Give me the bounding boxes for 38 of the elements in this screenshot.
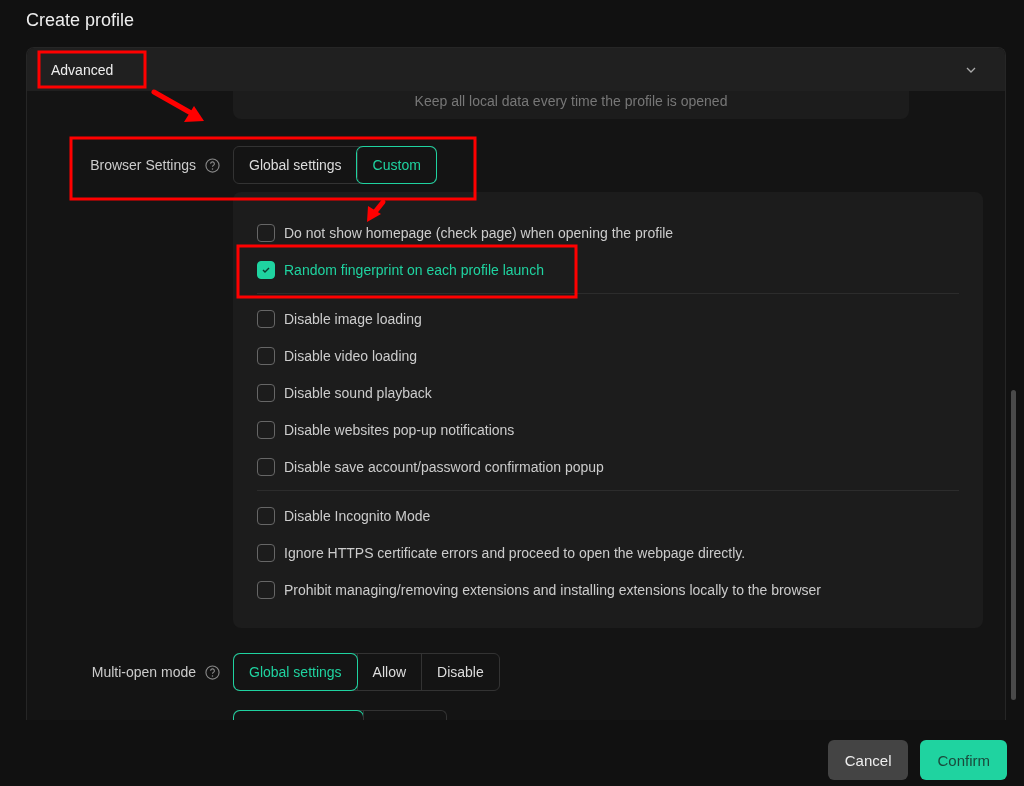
help-icon[interactable] xyxy=(205,664,220,680)
checkbox-label[interactable]: Disable video loading xyxy=(284,347,418,364)
segment-option[interactable]: Custom xyxy=(356,147,436,183)
checkbox[interactable] xyxy=(257,543,275,562)
segment-option[interactable]: Disable xyxy=(421,654,499,690)
checkbox-label[interactable]: Random fingerprint on each profile launch xyxy=(284,261,544,278)
checkbox-label[interactable]: Disable Incognito Mode xyxy=(284,507,431,524)
setting-label: Browser Settings xyxy=(90,157,196,173)
scrollbar[interactable] xyxy=(1011,390,1016,700)
segment-option[interactable]: Global settings xyxy=(234,147,357,183)
checkbox-label[interactable]: Ignore HTTPS certificate errors and proceed to open the webpage directly. xyxy=(284,544,746,561)
help-icon[interactable] xyxy=(205,157,220,173)
checkbox-label[interactable]: Do not show homepage (check page) when opening the profile xyxy=(284,224,674,241)
checkbox[interactable] xyxy=(257,260,275,279)
checkbox-label[interactable]: Disable sound playback xyxy=(284,384,432,401)
segment-option[interactable]: Global settings xyxy=(234,654,357,690)
section-header[interactable]: Advanced xyxy=(27,48,1005,91)
checkbox[interactable] xyxy=(257,420,275,439)
storage-note: Keep all local data every time the profile is opened xyxy=(414,93,728,109)
checkbox[interactable] xyxy=(257,383,275,402)
confirm-button[interactable]: Confirm xyxy=(920,740,1007,780)
checkbox[interactable] xyxy=(257,223,275,242)
checkbox[interactable] xyxy=(257,506,275,525)
checkbox-label[interactable]: Disable image loading xyxy=(284,310,422,327)
checkbox[interactable] xyxy=(257,309,275,328)
checkbox[interactable] xyxy=(257,457,275,476)
cancel-button[interactable]: Cancel xyxy=(827,740,909,780)
arrow-annotation xyxy=(151,89,204,122)
setting-label: Multi-open mode xyxy=(91,664,196,680)
checkbox-label[interactable]: Prohibit managing/removing extensions and installing extensions locally to the browser xyxy=(284,581,821,598)
checkbox-label[interactable]: Disable websites pop-up notifications xyxy=(284,421,515,438)
checkbox-label[interactable]: Disable save account/password confirmation popup xyxy=(284,458,604,475)
segment-option[interactable]: Allow xyxy=(356,654,422,690)
checkbox[interactable] xyxy=(257,346,275,365)
dialog-title: Create profile xyxy=(25,9,136,32)
section-label: Advanced xyxy=(51,61,114,78)
arrow-annotation xyxy=(367,199,386,222)
checkbox[interactable] xyxy=(257,580,275,599)
